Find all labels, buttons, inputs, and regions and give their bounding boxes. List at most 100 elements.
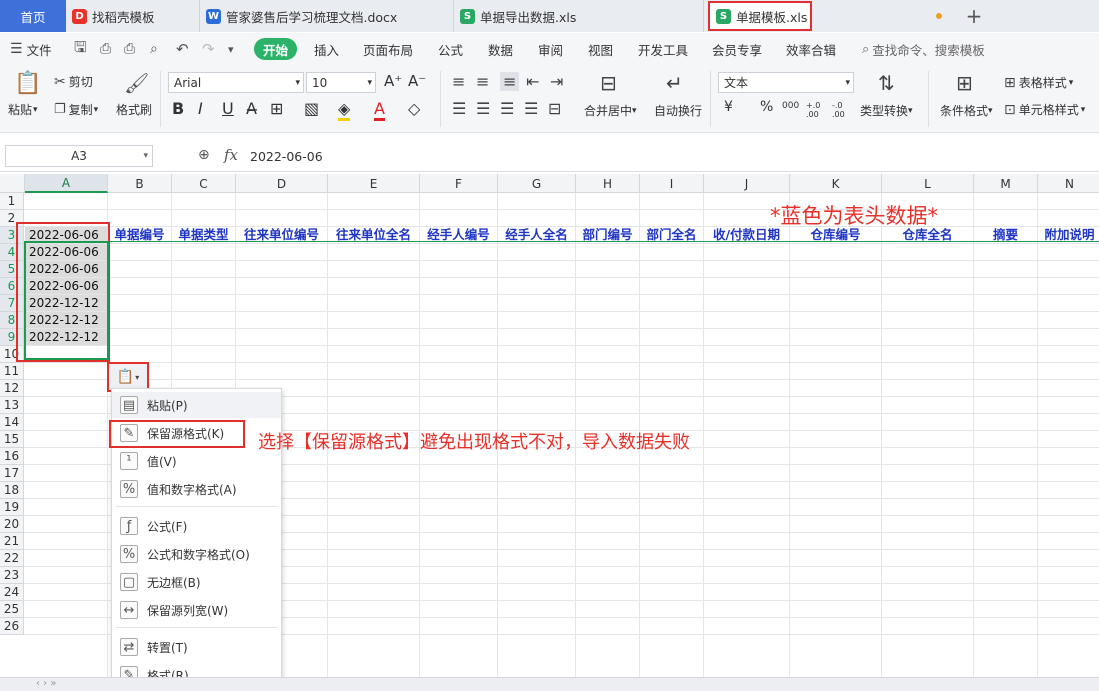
row-header-15[interactable]: 15 — [0, 431, 24, 448]
row-header-22[interactable]: 22 — [0, 550, 24, 567]
column-header-i[interactable]: I — [640, 174, 704, 193]
header-cell[interactable]: 往来单位全名 — [328, 225, 419, 242]
font-name-select[interactable]: Arial ▾ — [168, 72, 304, 93]
font-shrink-icon[interactable]: A⁻ — [408, 72, 426, 90]
conditional-format-button[interactable]: 条件格式 ▾ — [940, 102, 993, 119]
header-cell[interactable]: 部门全名 — [640, 225, 703, 242]
row-header-20[interactable]: 20 — [0, 516, 24, 533]
tab-bill-template[interactable]: S 单据模板.xls — [708, 1, 812, 31]
font-color-button[interactable]: A — [374, 99, 385, 121]
row-header-25[interactable]: 25 — [0, 601, 24, 618]
quick-print-icon[interactable]: ⎙ — [124, 33, 135, 65]
font-size-select[interactable]: 10 ▾ — [306, 72, 376, 93]
column-header-l[interactable]: L — [882, 174, 974, 193]
border-icon[interactable]: ⊞ — [270, 99, 283, 118]
paste-option-7[interactable]: ▢ 无边框(B) — [112, 569, 281, 595]
tab-home[interactable]: 首页 — [0, 0, 66, 32]
row-header-21[interactable]: 21 — [0, 533, 24, 550]
sheet-nav-icon[interactable]: ‹ › » — [36, 678, 56, 689]
quick-save-icon[interactable]: 🖫 — [74, 33, 87, 65]
row-header-12[interactable]: 12 — [0, 380, 24, 397]
column-header-c[interactable]: C — [172, 174, 236, 193]
table-style-button[interactable]: ⊞ 表格样式 ▾ — [1004, 74, 1073, 91]
row-header-16[interactable]: 16 — [0, 448, 24, 465]
column-header-g[interactable]: G — [498, 174, 576, 193]
row-header-17[interactable]: 17 — [0, 465, 24, 482]
menu-member[interactable]: 会员专享 — [712, 33, 762, 65]
copy-button[interactable]: ❐ 复制 ▾ — [54, 101, 98, 118]
align-left-icon[interactable]: ☰ — [452, 99, 466, 118]
tab-export-data[interactable]: S 单据导出数据.xls — [454, 0, 704, 32]
quick-preview-icon[interactable]: ⌕ — [150, 33, 158, 65]
cell-style-button[interactable]: ⊡ 单元格样式 ▾ — [1004, 101, 1085, 118]
currency-button[interactable]: ¥ — [724, 99, 733, 115]
align-bottom-icon[interactable]: ≡ — [500, 72, 520, 91]
paste-option-3[interactable]: ¹ 值(V) — [112, 448, 281, 474]
select-all-corner[interactable] — [0, 174, 25, 193]
menu-page-layout[interactable]: 页面布局 — [363, 33, 413, 65]
new-tab-button[interactable]: + — [962, 0, 986, 32]
indent-increase-icon[interactable]: ⇥ — [550, 72, 563, 91]
header-cell[interactable]: 经手人编号 — [420, 225, 497, 242]
zoom-icon[interactable]: ⊕ — [198, 147, 210, 163]
column-header-e[interactable]: E — [328, 174, 420, 193]
formula-input[interactable]: 2022-06-06 — [250, 145, 1090, 167]
percent-button[interactable]: % — [760, 99, 773, 115]
menu-formula[interactable]: 公式 — [438, 33, 463, 65]
format-painter-button[interactable]: 格式刷 — [116, 101, 152, 118]
header-cell[interactable]: 附加说明 — [1038, 225, 1099, 242]
underline-button[interactable]: U — [222, 99, 234, 118]
header-cell[interactable]: 部门编号 — [576, 225, 639, 242]
command-search[interactable]: ⌕ 查找命令、搜索模板 — [862, 33, 985, 65]
auto-wrap-button[interactable]: 自动换行 — [654, 102, 702, 119]
column-header-b[interactable]: B — [108, 174, 172, 193]
paste-option-8[interactable]: ↔ 保留源列宽(W) — [112, 597, 281, 623]
column-header-d[interactable]: D — [236, 174, 328, 193]
row-header-11[interactable]: 11 — [0, 363, 24, 380]
redo-icon[interactable]: ↷ — [202, 33, 215, 65]
column-header-n[interactable]: N — [1038, 174, 1099, 193]
header-cell[interactable]: 摘要 — [974, 225, 1037, 242]
spreadsheet-grid[interactable]: ABCDEFGHIJKLMN 1 2 3 4 5 6 7 8 9 10 11 12 13 14 15 16 17… — [0, 174, 1099, 691]
quick-export-icon[interactable]: ⎙ — [100, 33, 111, 65]
cut-button[interactable]: ✂ 剪切 — [54, 73, 93, 90]
row-header-23[interactable]: 23 — [0, 567, 24, 584]
convert-icon[interactable]: ⇅ — [878, 71, 895, 95]
type-convert-button[interactable]: 类型转换 ▾ — [860, 102, 913, 119]
row-header-26[interactable]: 26 — [0, 618, 24, 635]
paste-option-9[interactable]: ⇄ 转置(T) — [112, 634, 281, 660]
distribute-icon[interactable]: ⊟ — [548, 99, 561, 118]
menu-file[interactable]: ☰ 文件 — [10, 33, 52, 65]
column-header-h[interactable]: H — [576, 174, 640, 193]
row-header-14[interactable]: 14 — [0, 414, 24, 431]
row-header-24[interactable]: 24 — [0, 584, 24, 601]
column-header-m[interactable]: M — [974, 174, 1038, 193]
menu-data[interactable]: 数据 — [488, 33, 513, 65]
font-grow-icon[interactable]: A⁺ — [384, 72, 402, 90]
column-header-a[interactable]: A — [25, 174, 108, 193]
indent-decrease-icon[interactable]: ⇤ — [526, 72, 539, 91]
menu-start[interactable]: 开始 — [254, 38, 298, 60]
row-header-1[interactable]: 1 — [0, 193, 24, 210]
decrease-decimal-button[interactable]: -.0 .00 — [832, 101, 854, 119]
align-middle-icon[interactable]: ≡ — [476, 72, 489, 91]
header-cell[interactable]: 往来单位编号 — [236, 225, 327, 242]
fill-color-icon[interactable]: ◈ — [338, 99, 351, 121]
paste-button[interactable]: 粘贴 ▾ — [8, 101, 38, 118]
paste-option-6[interactable]: % 公式和数字格式(O) — [112, 541, 281, 567]
tab-doc-file[interactable]: W 管家婆售后学习梳理文档.docx — [200, 0, 454, 32]
wrap-text-icon[interactable]: ↵ — [666, 71, 683, 95]
name-box[interactable]: A3 ▾ — [5, 145, 153, 167]
quick-more-icon[interactable]: ▾ — [228, 33, 234, 65]
number-format-select[interactable]: 文本 ▾ — [718, 72, 854, 93]
column-header-j[interactable]: J — [704, 174, 790, 193]
paste-option-4[interactable]: % 值和数字格式(A) — [112, 476, 281, 502]
row-header-19[interactable]: 19 — [0, 499, 24, 516]
strikethrough-icon[interactable]: A̶ — [246, 99, 257, 118]
menu-efficiency[interactable]: 效率合辑 — [786, 33, 836, 65]
merge-center-button[interactable]: 合并居中 ▾ — [584, 102, 637, 119]
italic-button[interactable]: I — [198, 99, 203, 118]
header-cell[interactable]: 单据类型 — [172, 225, 235, 242]
align-right-icon[interactable]: ☰ — [500, 99, 514, 118]
paste-option-5[interactable]: ƒ 公式(F) — [112, 513, 281, 539]
